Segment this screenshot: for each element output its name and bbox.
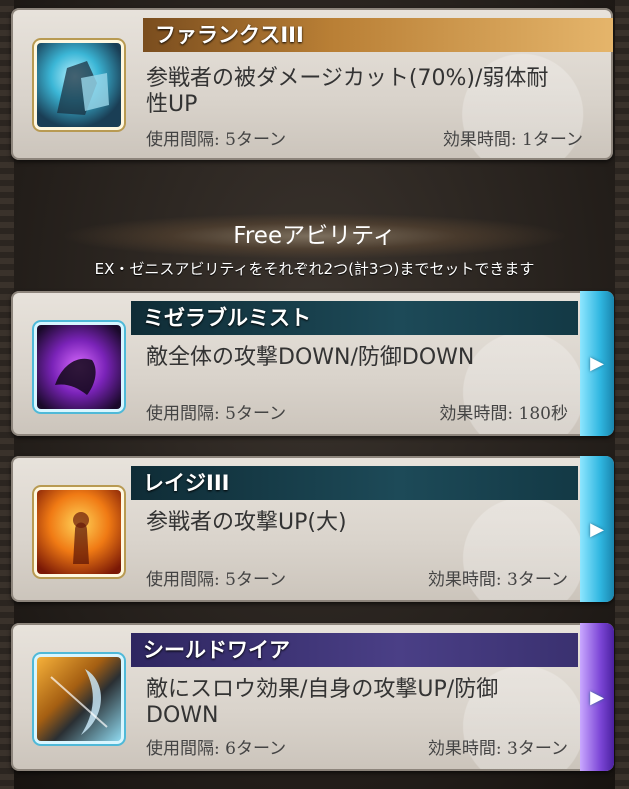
ability-title-bar: ミゼラブルミスト [131,301,578,335]
ability-name: シールドワイア [143,638,290,662]
mist-icon [37,325,121,409]
cooldown-label: 使用間隔: 5ターン [146,404,287,424]
ability-description: 敵全体の攻撃DOWN/防御DOWN [146,345,475,370]
right-border [615,0,629,789]
expand-arrow-button[interactable]: ▶ [580,623,614,771]
free-abilities-heading: Freeアビリティ [60,213,569,259]
ability-title-bar: ファランクスIII [143,18,613,52]
ability-title-bar: シールドワイア [131,633,578,667]
duration-label: 効果時間: 3ターン [427,739,568,759]
duration-label: 効果時間: 3ターン [427,570,568,590]
ability-name: レイジIII [143,471,230,495]
ability-meta: 使用間隔: 6ターン 効果時間: 3ターン [146,734,568,759]
duration-label: 効果時間: 1ターン [442,130,583,150]
cooldown-label: 使用間隔: 5ターン [146,570,287,590]
ability-card-rage[interactable]: レイジIII 参戦者の攻撃UP(大) 使用間隔: 5ターン 効果時間: 3ターン… [11,456,614,602]
ability-title-bar: レイジIII [131,466,578,500]
shield-knight-icon [37,43,121,127]
cooldown-label: 使用間隔: 6ターン [146,739,287,759]
ability-name: ファランクスIII [155,23,304,47]
ability-meta: 使用間隔: 5ターン 効果時間: 3ターン [146,565,568,590]
ability-description: 参戦者の攻撃UP(大) [146,510,347,535]
chevron-right-icon: ▶ [590,518,604,540]
expand-arrow-button[interactable]: ▶ [580,291,614,436]
chevron-right-icon: ▶ [590,686,604,708]
ability-meta: 使用間隔: 5ターン 効果時間: 180秒 [146,399,568,424]
expand-arrow-button[interactable]: ▶ [580,456,614,602]
duration-label: 効果時間: 180秒 [439,404,568,424]
free-abilities-note: EX・ゼニスアビリティをそれぞれ2つ(計3つ)までセットできます [94,260,535,278]
ability-description: 敵にスロウ効果/自身の攻撃UP/防御DOWN [146,677,499,728]
shield-wire-icon [37,657,121,741]
ability-card-miserable-mist[interactable]: ミゼラブルミスト 敵全体の攻撃DOWN/防御DOWN 使用間隔: 5ターン 効果… [11,291,614,436]
ability-meta: 使用間隔: 5ターン 効果時間: 1ターン [146,125,583,150]
chevron-right-icon: ▶ [590,353,604,374]
ability-card-phalanx[interactable]: ファランクスIII 参戦者の被ダメージカット(70%)/弱体耐性UP 使用間隔:… [11,8,613,160]
rage-icon [37,490,121,574]
cooldown-label: 使用間隔: 5ターン [146,130,287,150]
ability-name: ミゼラブルミスト [143,306,311,330]
ability-description: 参戦者の被ダメージカット(70%)/弱体耐性UP [146,66,549,117]
ability-card-shield-wire[interactable]: シールドワイア 敵にスロウ効果/自身の攻撃UP/防御DOWN 使用間隔: 6ター… [11,623,614,771]
